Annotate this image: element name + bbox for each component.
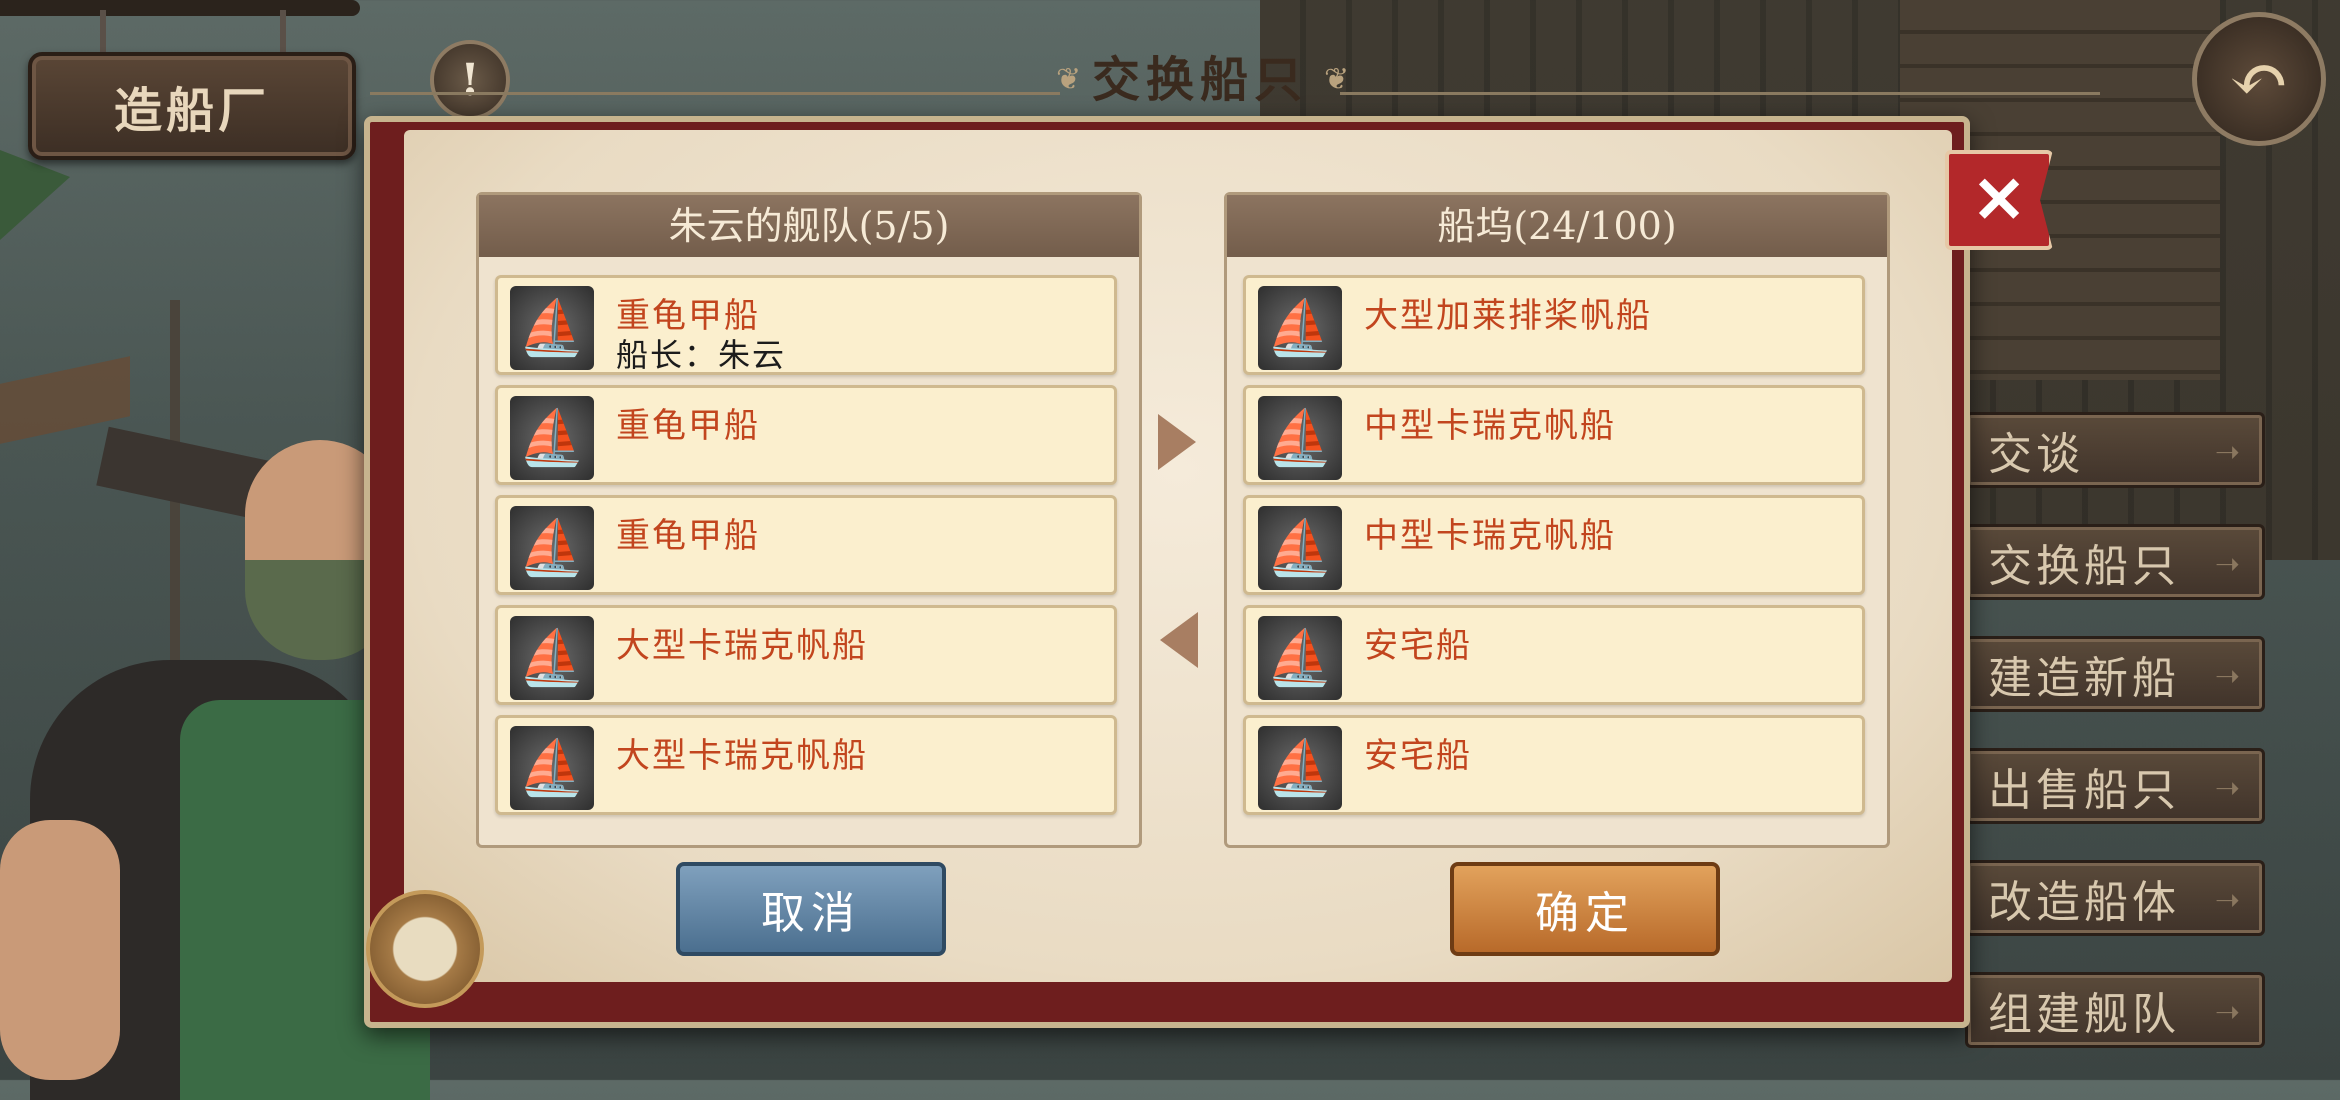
carrack-ship-icon: ⛵ — [1258, 396, 1342, 480]
menu-item-label: 交换船只 — [1988, 541, 2180, 592]
transfer-left-arrow-icon[interactable] — [1160, 612, 1198, 668]
junk-ship-icon: ⛵ — [510, 396, 594, 480]
sign-chain — [100, 10, 106, 56]
menu-item-label: 出售船只 — [1988, 765, 2180, 816]
transfer-right-arrow-icon[interactable] — [1158, 414, 1196, 470]
menu-item-build-ship[interactable]: 建造新船 ➝ — [1965, 636, 2265, 712]
character-arm — [0, 820, 120, 1080]
dock-ship-row[interactable]: ⛵ 安宅船 — [1243, 715, 1865, 815]
ship-name: 安宅船 — [1364, 626, 1472, 666]
fleet-panel-header: 朱云的舰队(5/5) — [479, 195, 1139, 257]
ship-name: 中型卡瑞克帆船 — [1364, 516, 1616, 556]
junk-ship-icon: ⛵ — [510, 506, 594, 590]
carrack-ship-icon: ⛵ — [510, 616, 594, 700]
fleet-ship-row[interactable]: ⛵ 大型卡瑞克帆船 — [495, 715, 1117, 815]
ship-name: 大型卡瑞克帆船 — [616, 626, 868, 666]
title-divider — [1340, 92, 2100, 95]
dock-panel: 船坞(24/100) ⛵ 大型加莱排桨帆船 ⛵ 中型卡瑞克帆船 ⛵ 中型卡瑞克帆… — [1224, 192, 1890, 848]
ship-captain: 船长：朱云 — [616, 336, 787, 374]
back-arrow-icon: ↶ — [2228, 37, 2290, 121]
sign-chain — [280, 10, 286, 56]
ship-name: 大型卡瑞克帆船 — [616, 736, 868, 776]
dock-ship-row[interactable]: ⛵ 中型卡瑞克帆船 — [1243, 495, 1865, 595]
dock-ship-row[interactable]: ⛵ 中型卡瑞克帆船 — [1243, 385, 1865, 485]
atakebune-ship-icon: ⛵ — [1258, 726, 1342, 810]
compass-icon — [366, 890, 484, 1008]
close-x-icon: ✕ — [1972, 162, 2026, 238]
carrack-ship-icon: ⛵ — [510, 726, 594, 810]
menu-item-label: 组建舰队 — [1988, 989, 2180, 1040]
menu-arrow-icon: ➝ — [2214, 883, 2244, 918]
dock-ship-row[interactable]: ⛵ 大型加莱排桨帆船 — [1243, 275, 1865, 375]
menu-item-exchange-ships[interactable]: 交换船只 ➝ — [1965, 524, 2265, 600]
exclamation-icon: ! — [460, 54, 480, 106]
fleet-ship-row[interactable]: ⛵ 大型卡瑞克帆船 — [495, 605, 1117, 705]
menu-arrow-icon: ➝ — [2214, 771, 2244, 806]
ship-name: 重龟甲船 — [616, 516, 760, 556]
menu-item-talk[interactable]: 交谈 ➝ — [1965, 412, 2265, 488]
ship-name: 安宅船 — [1364, 736, 1472, 776]
close-button[interactable]: ✕ — [1945, 150, 2053, 250]
location-sign-label: 造船厂 — [113, 83, 270, 139]
galley-ship-icon: ⛵ — [1258, 286, 1342, 370]
menu-item-label: 交谈 — [1988, 429, 2084, 480]
menu-item-label: 改造船体 — [1988, 877, 2180, 928]
atakebune-ship-icon: ⛵ — [1258, 616, 1342, 700]
background-flag — [0, 150, 70, 240]
fleet-panel: 朱云的舰队(5/5) ⛵ 重龟甲船 船长：朱云 ⛵ 重龟甲船 ⛵ 重龟甲船 ⛵ … — [476, 192, 1142, 848]
carrack-ship-icon: ⛵ — [1258, 506, 1342, 590]
dock-panel-header: 船坞(24/100) — [1227, 195, 1887, 257]
dock-ship-row[interactable]: ⛵ 安宅船 — [1243, 605, 1865, 705]
menu-item-modify-hull[interactable]: 改造船体 ➝ — [1965, 860, 2265, 936]
menu-item-label: 建造新船 — [1988, 653, 2180, 704]
junk-ship-icon: ⛵ — [510, 286, 594, 370]
fleet-ship-row[interactable]: ⛵ 重龟甲船 — [495, 385, 1117, 485]
sign-rod — [0, 0, 360, 16]
back-button[interactable]: ↶ — [2192, 12, 2326, 146]
menu-item-sell-ship[interactable]: 出售船只 ➝ — [1965, 748, 2265, 824]
dialog-title: 交换船只 — [1091, 52, 1308, 108]
menu-arrow-icon: ➝ — [2214, 659, 2244, 694]
fleet-ship-row[interactable]: ⛵ 重龟甲船 — [495, 495, 1117, 595]
ship-name: 重龟甲船 — [616, 406, 760, 446]
info-button[interactable]: ! — [430, 40, 510, 120]
menu-arrow-icon: ➝ — [2214, 995, 2244, 1030]
menu-arrow-icon: ➝ — [2214, 435, 2244, 470]
menu-arrow-icon: ➝ — [2214, 547, 2244, 582]
cancel-button[interactable]: 取消 — [676, 862, 946, 956]
fleet-ship-row[interactable]: ⛵ 重龟甲船 船长：朱云 — [495, 275, 1117, 375]
location-sign: 造船厂 — [28, 52, 356, 160]
ship-name: 大型加莱排桨帆船 — [1364, 296, 1652, 336]
ship-name: 中型卡瑞克帆船 — [1364, 406, 1616, 446]
title-divider — [370, 92, 1060, 95]
shipwright-character — [0, 440, 430, 1100]
confirm-button[interactable]: 确定 — [1450, 862, 1720, 956]
side-menu: 交谈 ➝ 交换船只 ➝ 建造新船 ➝ 出售船只 ➝ 改造船体 ➝ 组建舰队 ➝ — [1965, 412, 2265, 1084]
menu-item-form-fleet[interactable]: 组建舰队 ➝ — [1965, 972, 2265, 1048]
